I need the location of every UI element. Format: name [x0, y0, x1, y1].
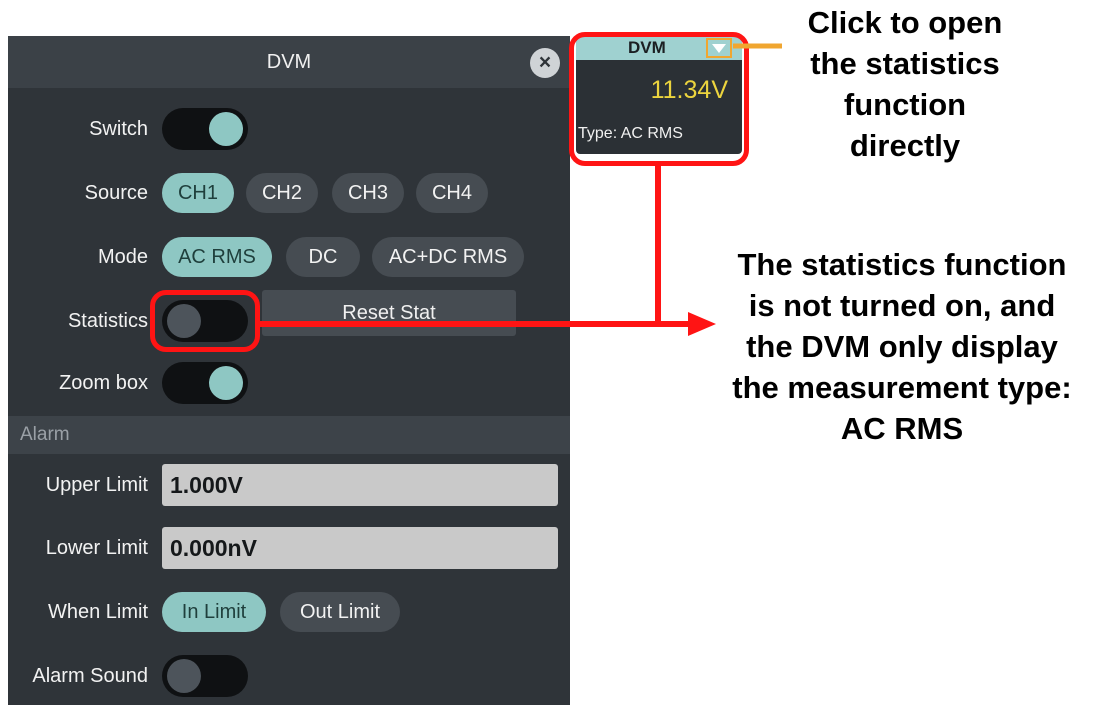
annotation-line: the measurement type:	[732, 370, 1072, 405]
upper-limit-input[interactable]: 1.000V	[162, 464, 558, 506]
switch-label: Switch	[89, 118, 148, 140]
annotation-line: directly	[849, 128, 961, 163]
reset-stat-button[interactable]: Reset Stat	[262, 290, 516, 336]
lower-limit-input[interactable]: 0.000nV	[162, 527, 558, 569]
widget-highlight-box	[569, 32, 749, 166]
zoom-box-toggle[interactable]	[162, 362, 248, 404]
annotation-line: Click to open	[807, 5, 1003, 40]
when-limit-label: When Limit	[47, 601, 148, 623]
annotation-statistics-off: The statistics function is not turned on…	[708, 244, 1096, 449]
close-button[interactable]: ×	[530, 48, 560, 78]
mode-row: Mode AC RMS DC AC+DC RMS	[8, 232, 570, 282]
source-ch1-button[interactable]: CH1	[162, 173, 234, 213]
annotation-line: is not turned on, and	[748, 288, 1056, 323]
annotation-line: function	[843, 87, 967, 122]
source-label: Source	[84, 182, 148, 204]
panel-header: DVM ×	[8, 36, 570, 88]
toggle-knob	[167, 659, 201, 693]
mode-dc-button[interactable]: DC	[286, 237, 360, 277]
lower-limit-label: Lower Limit	[45, 537, 148, 559]
annotation-line: The statistics function	[737, 247, 1067, 282]
close-icon: ×	[538, 51, 552, 74]
mode-ac-rms-button[interactable]: AC RMS	[162, 237, 272, 277]
statistics-row: Statistics Reset Stat	[8, 290, 570, 346]
statistics-label: Statistics	[67, 310, 148, 332]
annotation-line: the DVM only display	[746, 329, 1058, 364]
annotation-line: the statistics	[810, 46, 1000, 81]
source-row: Source CH1 CH2 CH3 CH4	[8, 168, 570, 218]
alarm-section-header: Alarm	[8, 416, 570, 454]
annotation-open-statistics: Click to open the statistics function di…	[770, 2, 1040, 166]
toggle-knob	[209, 112, 243, 146]
mode-ac-dc-rms-button[interactable]: AC+DC RMS	[372, 237, 524, 277]
zoom-box-row: Zoom box	[8, 358, 570, 408]
when-limit-row: When Limit In Limit Out Limit	[8, 587, 570, 637]
source-ch2-button[interactable]: CH2	[246, 173, 318, 213]
alarm-sound-row: Alarm Sound	[8, 651, 570, 701]
in-limit-button[interactable]: In Limit	[162, 592, 266, 632]
annotation-line: AC RMS	[840, 411, 964, 446]
source-ch4-button[interactable]: CH4	[416, 173, 488, 213]
upper-limit-row: Upper Limit 1.000V	[8, 460, 570, 510]
dvm-settings-panel: DVM × Switch Source CH1 CH2 CH3 CH4 Mode…	[8, 36, 570, 705]
switch-toggle[interactable]	[162, 108, 248, 150]
lower-limit-row: Lower Limit 0.000nV	[8, 523, 570, 573]
statistics-highlight-box	[150, 290, 260, 352]
zoom-box-label: Zoom box	[59, 372, 148, 394]
source-ch3-button[interactable]: CH3	[332, 173, 404, 213]
upper-limit-label: Upper Limit	[45, 474, 148, 496]
toggle-knob	[209, 366, 243, 400]
out-limit-button[interactable]: Out Limit	[280, 592, 400, 632]
switch-row: Switch	[8, 104, 570, 154]
alarm-sound-toggle[interactable]	[162, 655, 248, 697]
panel-title: DVM	[266, 51, 312, 73]
alarm-sound-label: Alarm Sound	[32, 665, 148, 687]
mode-label: Mode	[97, 246, 148, 268]
